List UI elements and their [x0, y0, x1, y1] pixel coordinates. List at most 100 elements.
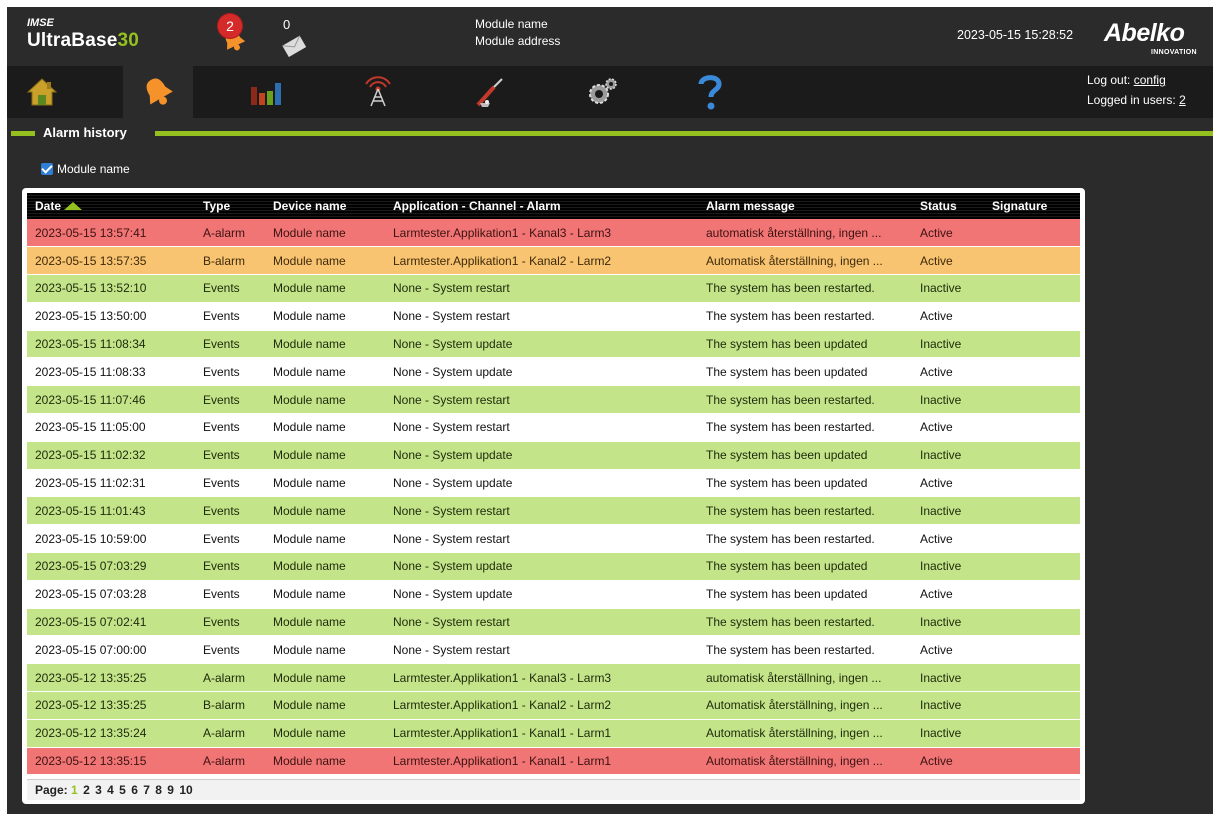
module-filter[interactable]: Module name — [41, 162, 130, 176]
cell-date: 2023-05-15 11:08:34 — [27, 330, 195, 359]
cell-device: Module name — [265, 219, 385, 248]
nav-alarms[interactable] — [123, 66, 193, 118]
page-link-3[interactable]: 3 — [95, 783, 102, 797]
cell-application: None - System update — [385, 469, 698, 498]
table-row[interactable]: 2023-05-15 11:08:34 Events Module name None… — [27, 330, 1080, 359]
cell-application: Larmtester.Applikation1 - Kanal1 - Larm1 — [385, 719, 698, 748]
page-link-10[interactable]: 10 — [179, 783, 192, 797]
page-link-9[interactable]: 9 — [167, 783, 174, 797]
cell-type: Events — [195, 413, 265, 442]
page-link-2[interactable]: 2 — [83, 783, 90, 797]
col-application-header[interactable]: Application - Channel - Alarm — [385, 193, 698, 219]
table-row[interactable]: 2023-05-15 11:07:46 Events Module name None… — [27, 385, 1080, 415]
table-row[interactable]: 2023-05-15 11:05:00 Events Module name None… — [27, 413, 1080, 442]
home-icon — [26, 78, 58, 106]
logged-in-users-link[interactable]: 2 — [1179, 93, 1186, 107]
nav-tools[interactable] — [455, 66, 525, 118]
table-row[interactable]: 2023-05-12 13:35:25 B-alarm Module name Lar… — [27, 691, 1080, 720]
table-row[interactable]: 2023-05-15 07:03:28 Events Module name None… — [27, 580, 1080, 609]
cell-date: 2023-05-15 11:08:33 — [27, 357, 195, 387]
cell-signature — [984, 357, 1080, 387]
table-row[interactable]: 2023-05-15 11:01:43 Events Module name None… — [27, 496, 1080, 526]
main-nav: Log out: config Logged in users: 2 — [7, 66, 1213, 118]
chart-icon — [251, 83, 281, 105]
col-device-header[interactable]: Device name — [265, 193, 385, 219]
cell-application: Larmtester.Applikation1 - Kanal2 - Larm2 — [385, 691, 698, 720]
page-link-5[interactable]: 5 — [119, 783, 126, 797]
message-count[interactable]: 0 — [283, 17, 290, 32]
cell-message: The system has been updated — [698, 552, 912, 581]
cell-status: Active — [912, 246, 984, 276]
cell-status: Active — [912, 219, 984, 248]
table-row[interactable]: 2023-05-15 11:02:31 Events Module name None… — [27, 469, 1080, 498]
cell-application: None - System restart — [385, 274, 698, 303]
cell-message: The system has been restarted. — [698, 413, 912, 442]
cell-date: 2023-05-15 13:52:10 — [27, 274, 195, 303]
cell-date: 2023-05-12 13:35:24 — [27, 719, 195, 748]
user-area: Log out: config Logged in users: 2 — [1087, 73, 1186, 107]
module-name: Module name — [475, 17, 548, 31]
cell-status: Inactive — [912, 691, 984, 720]
page-link-8[interactable]: 8 — [155, 783, 162, 797]
page-link-4[interactable]: 4 — [107, 783, 114, 797]
table-row[interactable]: 2023-05-15 07:00:00 Events Module name None… — [27, 635, 1080, 665]
cell-type: Events — [195, 385, 265, 415]
cell-date: 2023-05-15 11:02:32 — [27, 441, 195, 470]
cell-status: Inactive — [912, 441, 984, 470]
cell-date: 2023-05-15 11:01:43 — [27, 496, 195, 526]
col-message-header[interactable]: Alarm message — [698, 193, 912, 219]
antenna-icon — [365, 76, 391, 107]
table-row[interactable]: 2023-05-15 07:02:41 Events Module name None… — [27, 608, 1080, 637]
table-row[interactable]: 2023-05-15 13:52:10 Events Module name None… — [27, 274, 1080, 303]
nav-communication[interactable] — [343, 66, 413, 118]
table-row[interactable]: 2023-05-15 13:57:35 B-alarm Module name Lar… — [27, 246, 1080, 276]
table-row[interactable]: 2023-05-15 07:03:29 Events Module name None… — [27, 552, 1080, 581]
col-type-header[interactable]: Type — [195, 193, 265, 219]
table-row[interactable]: 2023-05-12 13:35:25 A-alarm Module name Lar… — [27, 663, 1080, 693]
cell-date: 2023-05-15 07:00:00 — [27, 635, 195, 665]
module-name-checkbox[interactable] — [41, 163, 53, 175]
nav-settings[interactable] — [567, 66, 637, 118]
alarm-count-badge[interactable]: 2 — [218, 14, 242, 38]
table-row[interactable]: 2023-05-15 11:02:32 Events Module name None… — [27, 441, 1080, 470]
table-row[interactable]: 2023-05-15 13:57:41 A-alarm Module name Lar… — [27, 219, 1080, 248]
cell-application: Larmtester.Applikation1 - Kanal3 - Larm3 — [385, 663, 698, 693]
cell-status: Inactive — [912, 496, 984, 526]
nav-home[interactable] — [7, 66, 77, 118]
cell-device: Module name — [265, 246, 385, 276]
cell-message: automatisk återställning, ingen ... — [698, 663, 912, 693]
table-row[interactable]: 2023-05-15 11:08:33 Events Module name None… — [27, 357, 1080, 387]
table-row[interactable]: 2023-05-12 13:35:15 A-alarm Module name Lar… — [27, 747, 1080, 776]
table-row[interactable]: 2023-05-15 13:50:00 Events Module name None… — [27, 302, 1080, 331]
cell-device: Module name — [265, 469, 385, 498]
cell-signature — [984, 413, 1080, 442]
page-links: 1 2 3 4 5 6 7 8 9 10 — [71, 783, 195, 797]
nav-charts[interactable] — [231, 66, 301, 118]
cell-type: B-alarm — [195, 691, 265, 720]
cell-application: None - System update — [385, 552, 698, 581]
cell-message: Automatisk återställning, ingen ... — [698, 719, 912, 748]
module-name-checkbox-label: Module name — [57, 162, 130, 176]
cell-signature — [984, 246, 1080, 276]
cell-message: The system has been restarted. — [698, 385, 912, 415]
page-link-6[interactable]: 6 — [131, 783, 138, 797]
cell-status: Active — [912, 524, 984, 554]
nav-help[interactable] — [675, 66, 745, 118]
table-row[interactable]: 2023-05-15 10:59:00 Events Module name None… — [27, 524, 1080, 554]
cell-type: Events — [195, 274, 265, 303]
col-date-header[interactable]: Date — [27, 193, 195, 219]
envelope-icon[interactable] — [280, 35, 308, 57]
cell-message: The system has been restarted. — [698, 524, 912, 554]
page-label: Page: — [35, 783, 68, 797]
cell-date: 2023-05-15 11:05:00 — [27, 413, 195, 442]
page-link-7[interactable]: 7 — [143, 783, 150, 797]
sort-ascending-icon[interactable] — [64, 202, 83, 210]
table-row[interactable]: 2023-05-12 13:35:24 A-alarm Module name Lar… — [27, 719, 1080, 748]
cell-date: 2023-05-15 10:59:00 — [27, 524, 195, 554]
cell-date: 2023-05-15 07:03:28 — [27, 580, 195, 609]
col-signature-header[interactable]: Signature — [984, 193, 1080, 219]
page-link-1[interactable]: 1 — [71, 783, 78, 797]
col-status-header[interactable]: Status — [912, 193, 984, 219]
cell-device: Module name — [265, 747, 385, 776]
logout-link[interactable]: config — [1134, 73, 1166, 87]
